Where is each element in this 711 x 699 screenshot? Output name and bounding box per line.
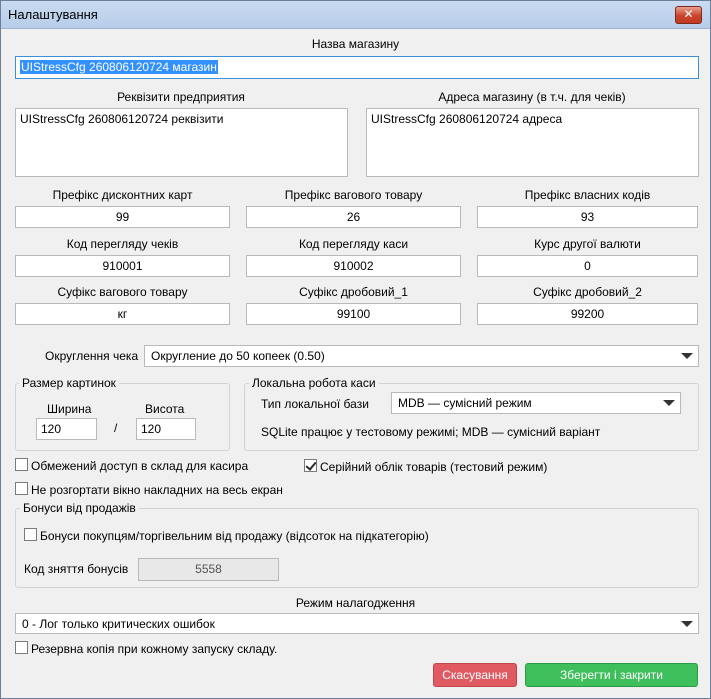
discount-prefix-input[interactable]: 99 — [15, 206, 230, 228]
rounding-value: Округление до 50 копеек (0.50) — [151, 349, 325, 363]
save-and-close-button[interactable]: Зберегти і закрити — [525, 663, 698, 687]
requisites-value: UIStressCfg 260806120724 реквізити — [20, 112, 224, 126]
store-address-textarea[interactable]: UIStressCfg 260806120724 адреса — [366, 108, 699, 177]
bonuses-group — [15, 508, 699, 588]
backup-checkbox[interactable] — [15, 641, 28, 654]
image-size-title: Размер картинок — [19, 376, 119, 390]
close-button[interactable]: ✕ — [675, 6, 702, 24]
register-view-code-label: Код перегляду каси — [298, 237, 409, 251]
image-height-input[interactable]: 120 — [136, 418, 196, 440]
local-register-title: Локальна робота каси — [249, 376, 379, 390]
rounding-label: Округлення чека — [45, 349, 139, 363]
debug-mode-label: Режим налагодження — [295, 596, 416, 610]
weight-suffix-label: Суфікс вагового товару — [57, 285, 188, 299]
bonuses-checkbox-label: Бонуси покупцям/торгівельним від продажу… — [40, 529, 429, 543]
serial-tracking-checkbox[interactable] — [304, 459, 317, 472]
image-size-separator: / — [114, 421, 118, 435]
chevron-down-icon — [681, 621, 693, 627]
cancel-button[interactable]: Скасування — [433, 663, 517, 687]
chevron-down-icon — [681, 353, 693, 359]
store-name-label: Назва магазину — [311, 37, 400, 51]
bonus-code-label: Код зняття бонусів — [24, 562, 129, 576]
store-address-label: Адреса магазину (в т.ч. для чеків) — [438, 90, 626, 104]
requisites-label: Реквізити предприятия — [117, 90, 245, 104]
serial-tracking-label: Серійний облік товарів (тестовий режим) — [320, 460, 548, 474]
fraction-suffix-2-label: Суфікс дробовий_2 — [533, 285, 642, 299]
own-codes-prefix-input[interactable]: 93 — [477, 206, 698, 228]
debug-mode-value: 0 - Лог только критических ошибок — [22, 617, 215, 631]
fraction-suffix-2-input[interactable]: 99200 — [477, 303, 698, 325]
register-view-code-input[interactable]: 910002 — [246, 255, 461, 277]
image-size-group — [15, 383, 230, 451]
db-type-label: Тип локальної бази — [261, 397, 369, 411]
no-maximize-label: Не розгортати вікно накладних на весь ек… — [31, 483, 283, 497]
image-width-label: Ширина — [47, 402, 92, 416]
db-type-select[interactable]: MDB — сумісний режим — [391, 392, 681, 414]
store-name-input[interactable]: UIStressCfg 260806120724 магазин — [15, 56, 699, 79]
db-type-value: MDB — сумісний режим — [398, 396, 532, 410]
receipt-view-code-input[interactable]: 910001 — [15, 255, 230, 277]
restricted-access-checkbox[interactable] — [15, 458, 28, 471]
store-address-value: UIStressCfg 260806120724 адреса — [371, 112, 563, 126]
window-title: Налаштування — [8, 7, 98, 22]
second-currency-rate-input[interactable]: 0 — [477, 255, 698, 277]
chevron-down-icon — [663, 400, 675, 406]
db-type-note: SQLite працює у тестовому режимі; MDB — … — [261, 425, 601, 439]
weight-prefix-input[interactable]: 26 — [246, 206, 461, 228]
image-height-label: Висота — [145, 402, 185, 416]
image-width-input[interactable]: 120 — [36, 418, 97, 440]
title-bar: Налаштування ✕ — [1, 1, 710, 29]
discount-prefix-label: Префікс дисконтних карт — [52, 188, 193, 202]
own-codes-prefix-label: Префікс власних кодів — [524, 188, 651, 202]
restricted-access-label: Обмежений доступ в склад для касира — [31, 459, 249, 473]
bonus-code-input[interactable]: 5558 — [138, 558, 279, 581]
bonuses-title: Бонуси від продажів — [20, 501, 139, 515]
weight-suffix-input[interactable]: кг — [15, 303, 230, 325]
debug-mode-select[interactable]: 0 - Лог только критических ошибок — [15, 613, 699, 634]
bonuses-checkbox[interactable] — [24, 528, 37, 541]
rounding-select[interactable]: Округление до 50 копеек (0.50) — [144, 345, 699, 367]
no-maximize-checkbox[interactable] — [15, 482, 28, 495]
store-name-value: UIStressCfg 260806120724 магазин — [20, 60, 218, 74]
settings-window: Налаштування ✕ Назва магазину UIStressCf… — [0, 0, 711, 699]
fraction-suffix-1-input[interactable]: 99100 — [246, 303, 461, 325]
fraction-suffix-1-label: Суфікс дробовий_1 — [299, 285, 408, 299]
requisites-textarea[interactable]: UIStressCfg 260806120724 реквізити — [15, 108, 348, 177]
weight-prefix-label: Префікс вагового товару — [284, 188, 423, 202]
second-currency-rate-label: Курс другої валюти — [534, 237, 641, 251]
close-icon: ✕ — [683, 7, 694, 21]
backup-label: Резервна копія при кожному запуску склад… — [31, 642, 278, 656]
receipt-view-code-label: Код перегляду чеків — [66, 237, 179, 251]
